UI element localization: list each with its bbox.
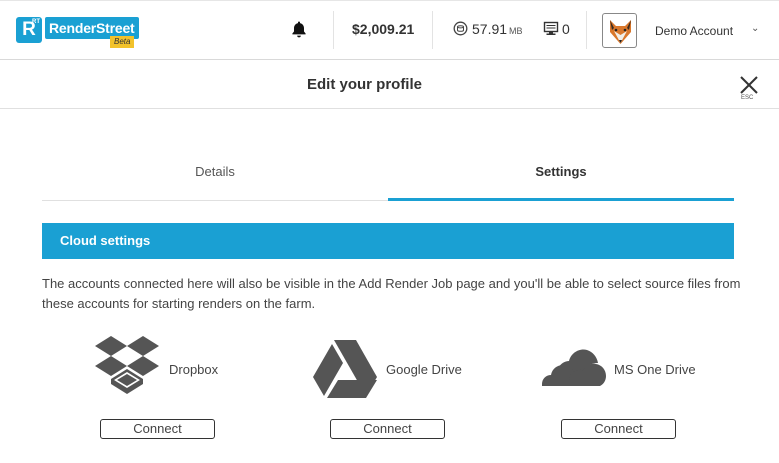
fox-avatar-icon [610, 20, 631, 44]
provider-dropbox: Dropbox [94, 334, 234, 404]
connect-onedrive-button[interactable]: Connect [561, 419, 676, 439]
cloud-settings-header: Cloud settings [42, 223, 734, 259]
divider [333, 11, 334, 49]
top-bar: R RT RenderStreet Beta $2,009.21 57.91 MB… [0, 0, 779, 60]
connect-google-drive-button[interactable]: Connect [330, 419, 445, 439]
logo-mark-sup: RT [32, 19, 40, 25]
renderstreet-logo[interactable]: R RT RenderStreet Beta [16, 15, 139, 48]
tab-settings[interactable]: Settings [388, 155, 734, 201]
dropbox-icon [95, 336, 159, 394]
storage-icon [453, 21, 468, 36]
render-machines-count[interactable]: 0 [562, 21, 570, 37]
logo-mark: R RT [16, 17, 42, 43]
provider-name-google-drive: Google Drive [386, 362, 462, 377]
avatar[interactable] [602, 13, 637, 48]
tab-details[interactable]: Details [42, 155, 388, 201]
provider-name-dropbox: Dropbox [169, 362, 219, 377]
storage-unit: MB [509, 26, 523, 36]
google-drive-icon [313, 340, 377, 398]
storage-value: 57.91 [472, 21, 508, 37]
account-name[interactable]: Demo Account [655, 24, 733, 38]
notifications-bell-icon[interactable] [290, 20, 308, 38]
modal-header: Edit your profile [0, 60, 779, 109]
render-machines-icon [543, 21, 559, 35]
divider [432, 11, 433, 49]
provider-google-drive: Google Drive [312, 334, 482, 404]
esc-hint: ESC [741, 95, 754, 101]
divider [586, 11, 587, 49]
beta-badge: Beta [110, 36, 135, 48]
provider-name-onedrive: MS One Drive [614, 362, 696, 377]
onedrive-icon [542, 349, 606, 386]
storage-usage[interactable]: 57.91 MB [472, 21, 523, 37]
chevron-down-icon[interactable]: ⌄ [751, 23, 759, 34]
cloud-settings-description: The accounts connected here will also be… [42, 276, 741, 311]
connect-dropbox-button[interactable]: Connect [100, 419, 215, 439]
modal-title: Edit your profile [306, 76, 422, 93]
provider-onedrive: MS One Drive [539, 334, 709, 404]
account-balance[interactable]: $2,009.21 [352, 21, 414, 37]
